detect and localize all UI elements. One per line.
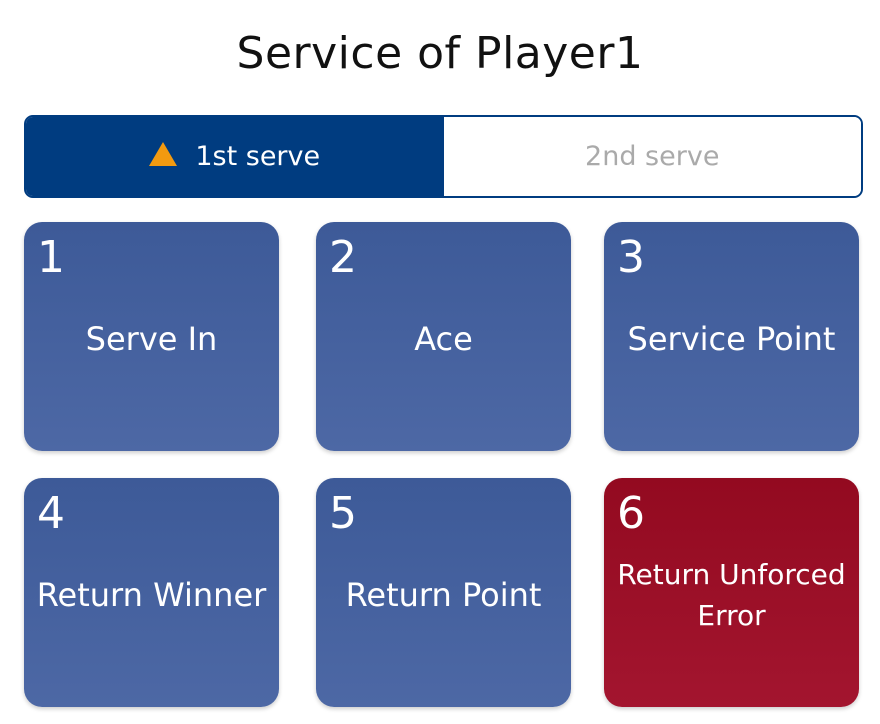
- tile-label: Service Point: [627, 320, 836, 358]
- tile-number: 3: [617, 232, 645, 283]
- tab-label: 1st serve: [195, 141, 321, 172]
- tile-number: 4: [37, 488, 65, 539]
- tile-number: 6: [617, 488, 645, 539]
- return-winner-button[interactable]: 4 Return Winner: [24, 478, 279, 707]
- ace-button[interactable]: 2 Ace: [316, 222, 571, 451]
- tile-label: Return Unforced Error: [617, 558, 846, 632]
- tile-label: Serve In: [85, 320, 218, 358]
- return-point-button[interactable]: 5 Return Point: [316, 478, 571, 707]
- tile-label: Ace: [414, 320, 473, 358]
- tile-number: 2: [329, 232, 357, 283]
- tab-label: 2nd serve: [585, 141, 720, 172]
- service-point-button[interactable]: 3 Service Point: [604, 222, 859, 451]
- warning-triangle-icon: [149, 141, 178, 166]
- tab-1st-serve[interactable]: 1st serve: [26, 117, 444, 196]
- tile-label: Return Winner: [36, 576, 267, 614]
- page-title: Service of Player1: [236, 28, 644, 79]
- tab-2nd-serve[interactable]: 2nd serve: [443, 117, 861, 196]
- serve-in-button[interactable]: 1 Serve In: [24, 222, 279, 451]
- serve-toggle: 1st serve 2nd serve: [24, 115, 863, 198]
- tile-number: 5: [329, 488, 357, 539]
- tile-number: 1: [37, 232, 65, 283]
- return-unforced-error-button[interactable]: 6 Return Unforced Error: [604, 478, 859, 707]
- tile-label: Return Point: [345, 576, 542, 614]
